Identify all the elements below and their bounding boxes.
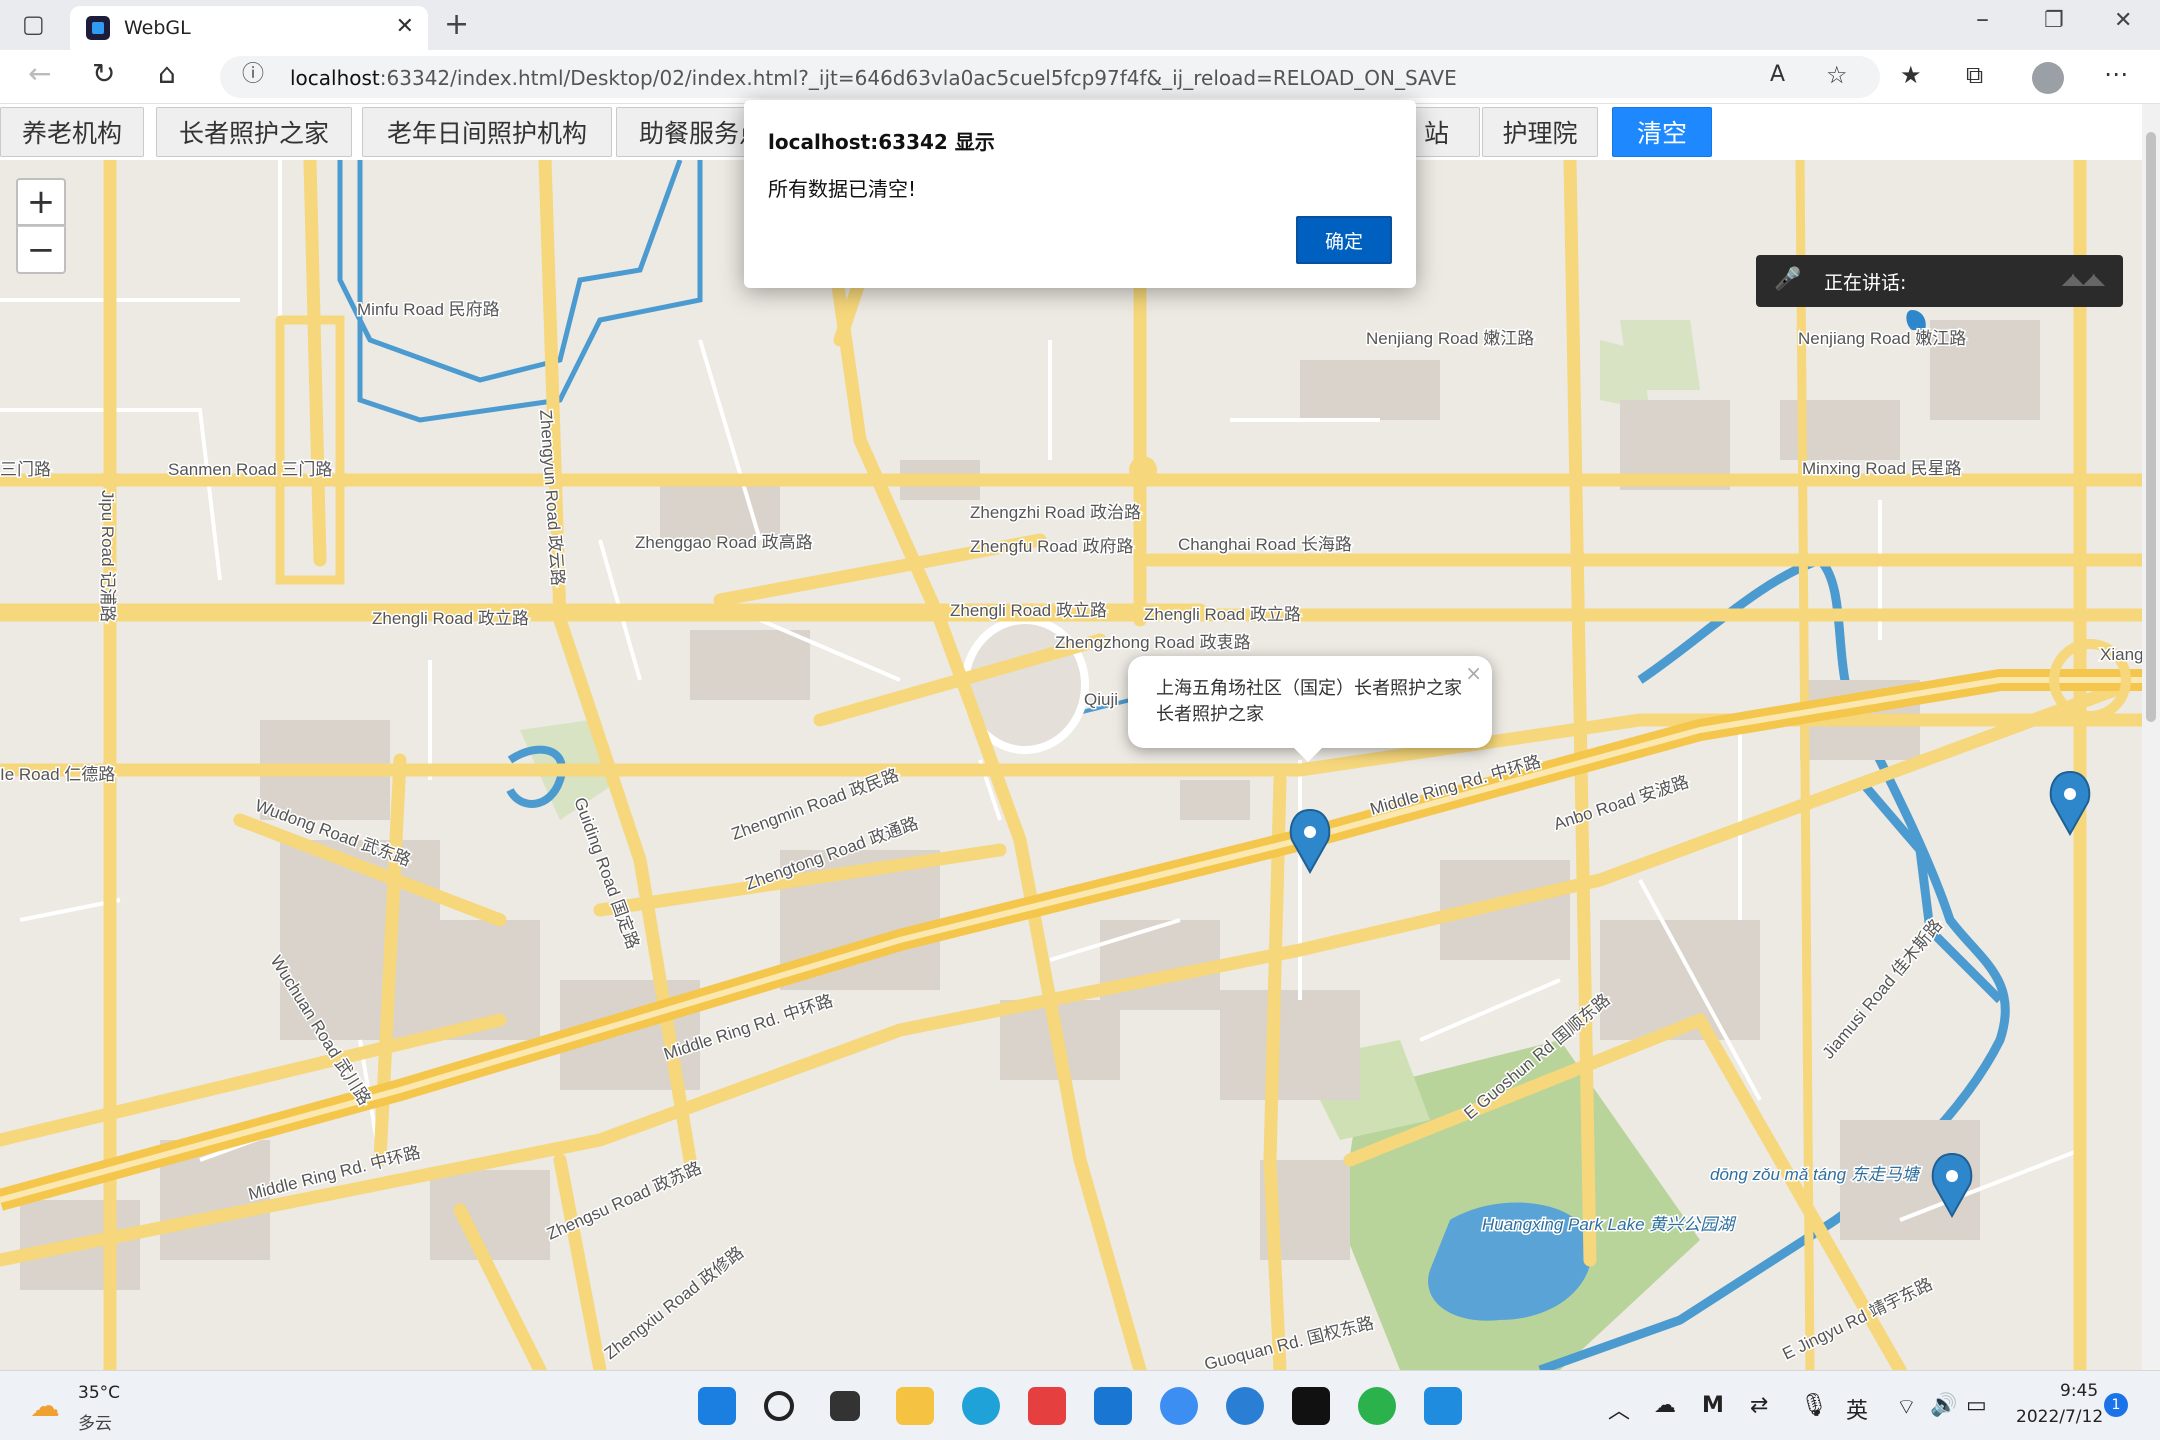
url-field[interactable]: ⓘ localhost:63342/index.html/Desktop/02/… — [220, 56, 1880, 98]
back-icon[interactable]: ← — [28, 60, 51, 88]
map-label: Zhengli Road 政立路 — [1144, 605, 1301, 624]
restore-icon[interactable]: ❐ — [2044, 10, 2064, 32]
photos-icon[interactable] — [1424, 1387, 1462, 1425]
audio-wave-icon: ◢◣◢◣ — [2061, 269, 2105, 288]
map-label: 三门路 — [0, 460, 51, 479]
dialog-message: 所有数据已清空! — [768, 177, 917, 201]
zoom-in-button[interactable]: + — [16, 178, 66, 226]
scrollbar-thumb[interactable] — [2146, 132, 2156, 722]
sidebar-icon[interactable]: ▢ — [22, 12, 45, 36]
address-bar: ← ↻ ⌂ ⓘ localhost:63342/index.html/Deskt… — [0, 50, 2160, 104]
clock-date[interactable]: 2022/7/12 — [2016, 1407, 2103, 1427]
webstorm-favicon-icon — [86, 16, 110, 40]
map-label: Minfu Road 民府路 — [357, 300, 500, 319]
weather-temp[interactable]: 35°C — [78, 1383, 120, 1403]
info-icon[interactable]: ⓘ — [242, 64, 264, 86]
favorite-add-icon[interactable]: ☆ — [1826, 63, 1848, 87]
map-label: Zhengzhong Road 政衷路 — [1055, 633, 1251, 652]
mi-icon[interactable]: M — [1702, 1393, 1724, 1418]
minimize-icon[interactable]: – — [1976, 6, 1989, 32]
map-label: Nenjiang Road 嫩江路 — [1366, 329, 1534, 348]
tray-chevron-icon[interactable]: ︿ — [1608, 1393, 1630, 1425]
tab-title: WebGL — [124, 17, 191, 39]
refresh-icon[interactable]: ↻ — [92, 60, 115, 88]
dialog-ok-button[interactable]: 确定 — [1296, 216, 1392, 264]
wechat-icon[interactable] — [1358, 1387, 1396, 1425]
onedrive-icon[interactable]: ☁ — [1654, 1393, 1676, 1418]
file-explorer-icon[interactable] — [896, 1387, 934, 1425]
map-label: Zhengli Road 政立路 — [372, 609, 529, 628]
btn-elderly-care-home[interactable]: 长者照护之家 — [156, 107, 352, 157]
map-label: Zhengzhi Road 政治路 — [970, 503, 1141, 522]
map-label: Nenjiang Road 嫩江路 — [1798, 329, 1966, 348]
btn-clear[interactable]: 清空 — [1612, 107, 1712, 157]
ime-indicator[interactable]: 英 — [1846, 1393, 1868, 1425]
webstorm-icon[interactable] — [1292, 1387, 1330, 1425]
map-label: Sanmen Road 三门路 — [168, 460, 332, 479]
close-tab-icon[interactable]: ✕ — [396, 14, 414, 39]
map-label: Huangxing Park Lake 黄兴公园湖 — [1482, 1215, 1737, 1234]
search-icon[interactable] — [764, 1391, 794, 1421]
map-label: Changhai Road 长海路 — [1178, 535, 1352, 554]
map-label: Zhengli Road 政立路 — [950, 601, 1107, 620]
wifi-icon[interactable]: ⌔ — [1896, 1393, 1917, 1421]
speaking-indicator: 🎤 正在讲话: ◢◣◢◣ — [1756, 255, 2123, 307]
map-popup: × 上海五角场社区（国定）长者照护之家 长者照护之家 — [1128, 656, 1492, 762]
browser-app-icon[interactable] — [1226, 1387, 1264, 1425]
map-label: dōng zǒu mǎ táng 东走马塘 — [1710, 1165, 1922, 1184]
popup-type: 长者照护之家 — [1156, 704, 1264, 725]
mic-muted-icon[interactable]: 🎤 — [1774, 267, 1801, 292]
microphone-icon[interactable]: 🎙 — [1800, 1393, 1828, 1418]
alert-dialog: localhost:63342 显示 所有数据已清空! 确定 — [744, 100, 1416, 288]
btn-nursing-home[interactable]: 护理院 — [1482, 107, 1598, 157]
map-label: Zhenggao Road 政高路 — [635, 533, 813, 552]
map-label: Qiuji — [1084, 690, 1118, 709]
cloud-app-icon[interactable] — [1160, 1387, 1198, 1425]
map-label: Ie Road 仁德路 — [0, 765, 115, 784]
huawei-app-icon[interactable] — [1028, 1387, 1066, 1425]
popup-close-icon[interactable]: × — [1465, 660, 1482, 686]
url-text[interactable]: localhost:63342/index.html/Desktop/02/in… — [290, 66, 1457, 90]
speaking-label: 正在讲话: — [1824, 272, 1907, 294]
read-aloud-icon[interactable]: A — [1770, 64, 1785, 86]
tab-webgl[interactable]: WebGL ✕ — [70, 6, 428, 50]
btn-elderly-institution[interactable]: 养老机构 — [0, 107, 144, 157]
start-icon[interactable] — [698, 1387, 736, 1425]
battery-icon[interactable]: ▭ — [1966, 1393, 1987, 1418]
page-scrollbar[interactable] — [2142, 104, 2160, 1370]
map-label: Zhengfu Road 政府路 — [970, 537, 1133, 556]
settings-toggle-icon[interactable]: ⇄ — [1750, 1393, 1768, 1418]
taskbar: ☁ 35°C 多云 ︿ ☁ M ⇄ 🎙 英 ⌔ 🔊 ▭ 9:45 2022/7/… — [0, 1370, 2160, 1440]
volume-icon[interactable]: 🔊 — [1930, 1393, 1957, 1418]
task-view-icon[interactable] — [830, 1391, 860, 1421]
favorites-icon[interactable]: ★ — [1900, 63, 1922, 87]
map-canvas[interactable]: Minfu Road 民府路 Sanmen Road 三门路 三门路 Zheng… — [0, 160, 2142, 1370]
popup-title: 上海五角场社区（国定）长者照护之家 — [1156, 678, 1462, 699]
map-label: Jipu Road 记浦路 — [98, 490, 117, 622]
new-tab-icon[interactable]: + — [444, 10, 469, 40]
profile-icon[interactable] — [2032, 62, 2064, 94]
map-label: Xiang — [2100, 645, 2142, 664]
close-window-icon[interactable]: ✕ — [2114, 10, 2132, 32]
clock-time[interactable]: 9:45 — [2060, 1381, 2098, 1401]
map-label: Minxing Road 民星路 — [1802, 459, 1962, 478]
edge-icon[interactable] — [962, 1387, 1000, 1425]
title-bar: ▢ WebGL ✕ + – ❐ ✕ — [0, 0, 2160, 50]
notification-badge[interactable]: 1 — [2104, 1393, 2128, 1417]
collections-icon[interactable]: ⧉ — [1966, 63, 1983, 87]
zoom-out-button[interactable]: − — [16, 226, 66, 274]
btn-day-care[interactable]: 老年日间照护机构 — [362, 107, 612, 157]
weather-icon[interactable]: ☁ — [30, 1389, 60, 1424]
more-icon[interactable]: ⋯ — [2104, 62, 2128, 86]
dialog-title: localhost:63342 显示 — [768, 130, 995, 154]
btn-meal-service[interactable]: 助餐服务点 — [616, 107, 748, 157]
mail-icon[interactable] — [1094, 1387, 1132, 1425]
weather-desc[interactable]: 多云 — [78, 1409, 112, 1434]
home-icon[interactable]: ⌂ — [158, 60, 176, 88]
